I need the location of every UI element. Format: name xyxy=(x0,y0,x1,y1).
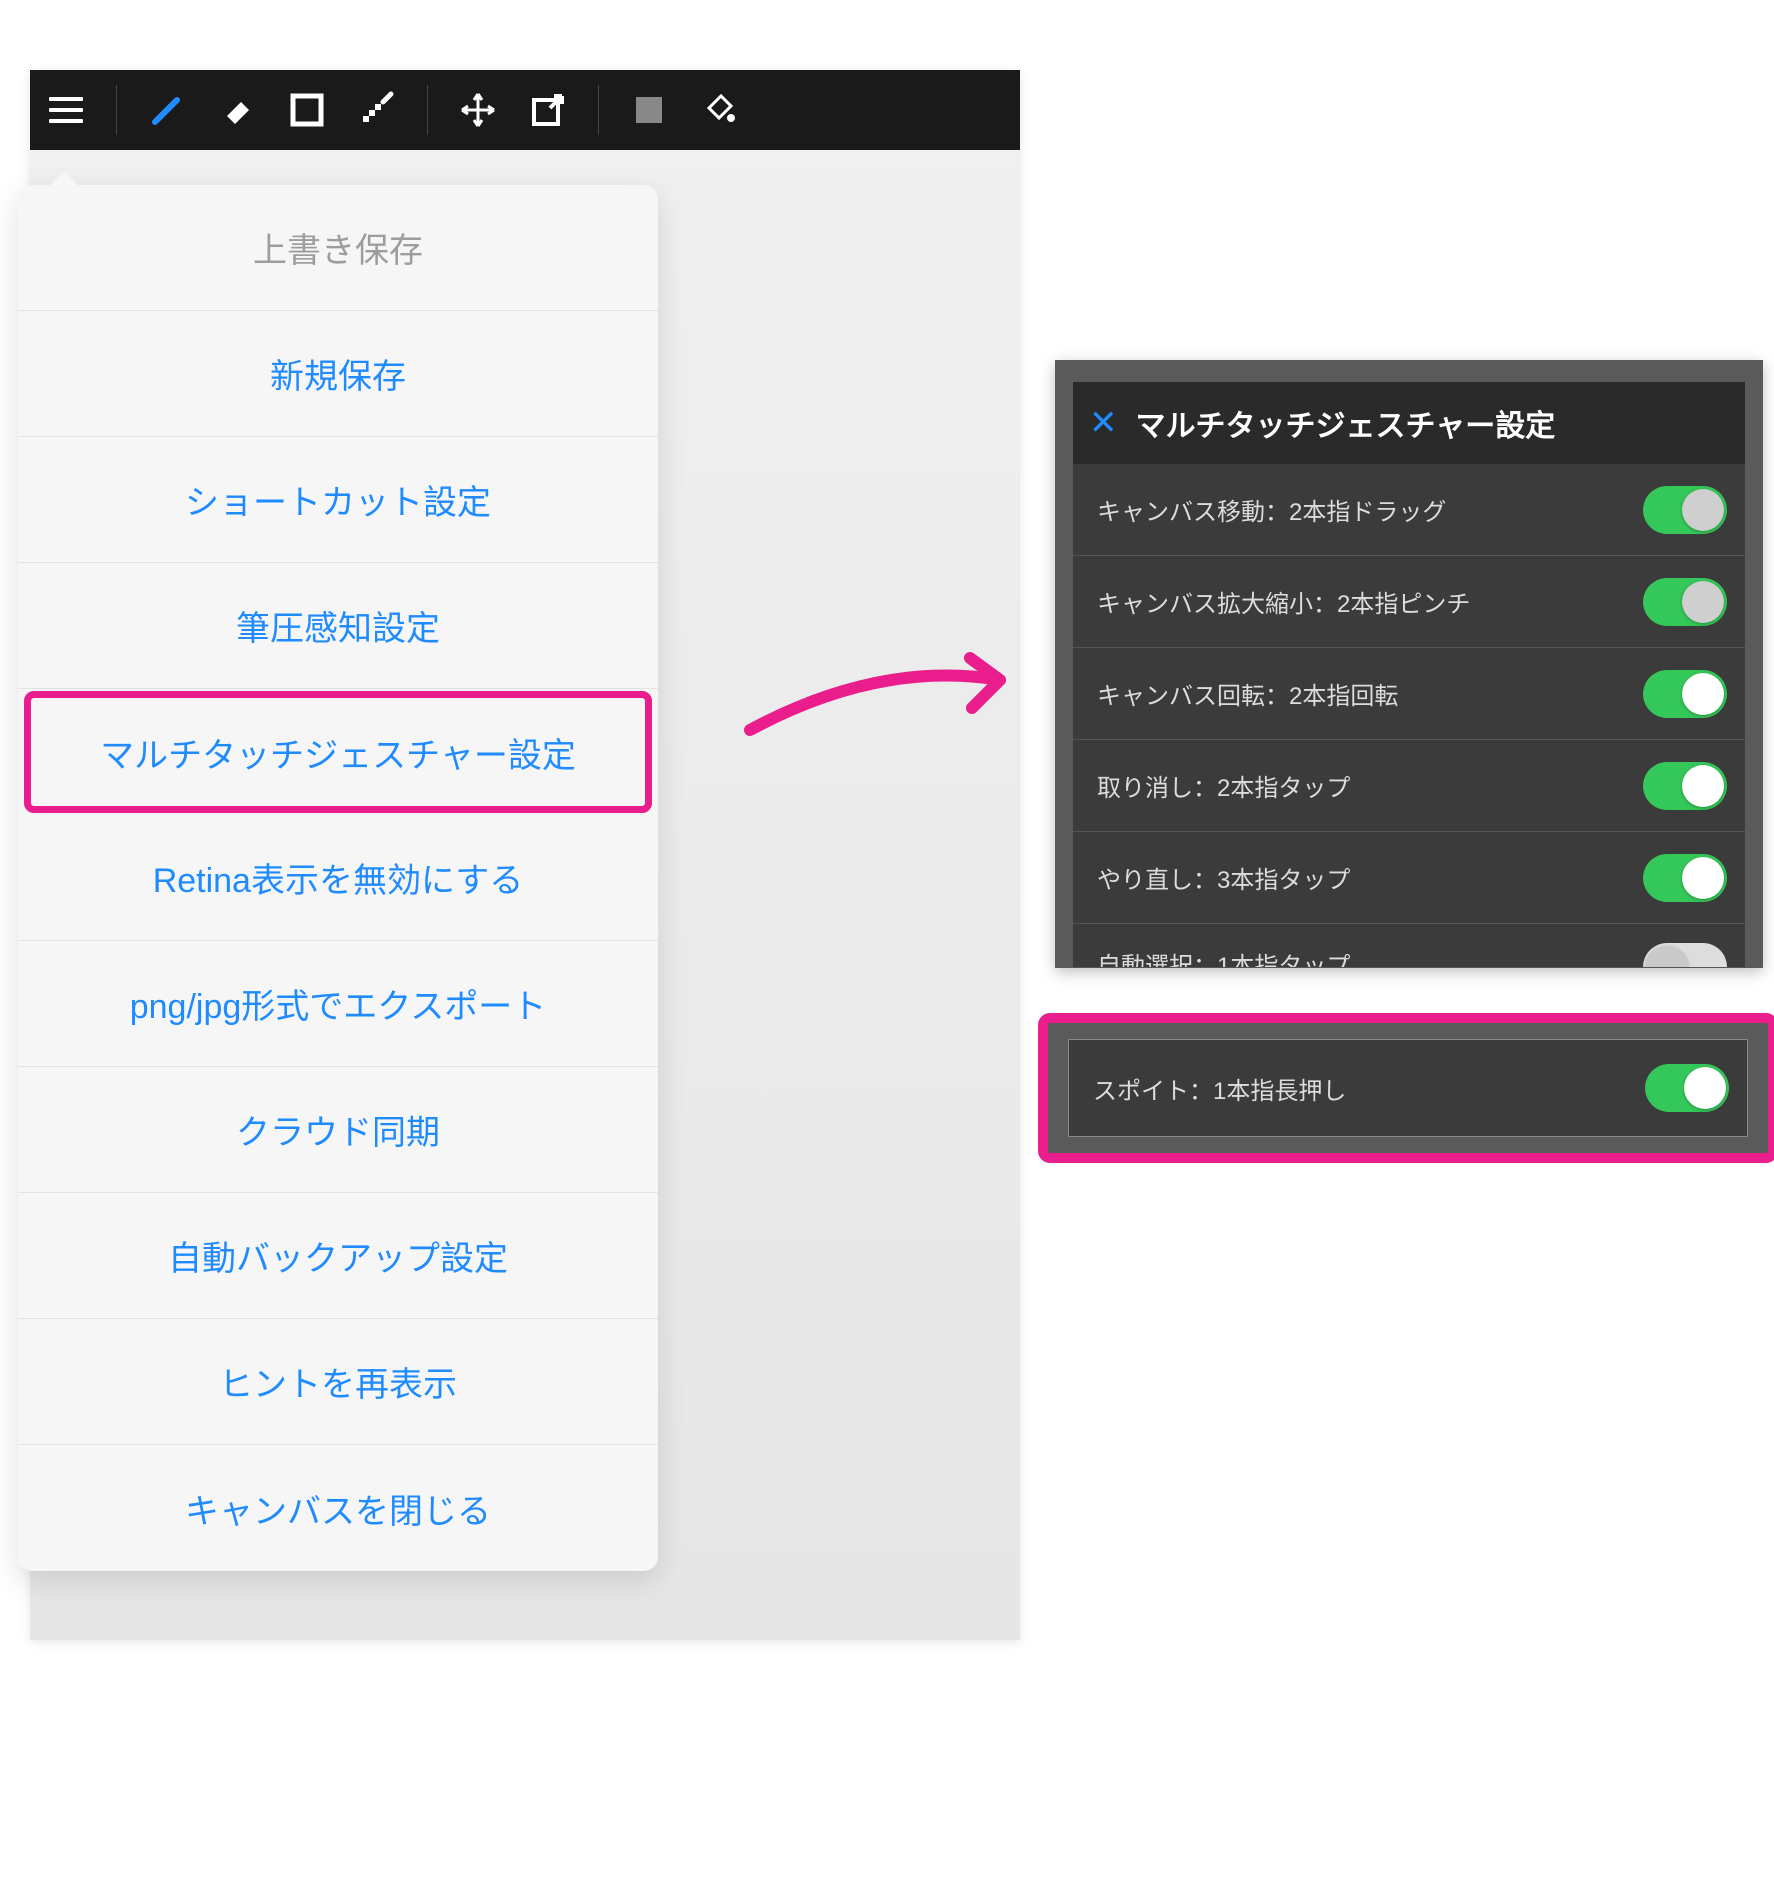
setting-label: キャンバス拡大縮小：2本指ピンチ xyxy=(1097,584,1470,619)
setting-label: キャンバス回転：2本指回転 xyxy=(1097,676,1398,711)
divider xyxy=(116,85,117,135)
menu-pointer-icon xyxy=(50,171,78,185)
divider xyxy=(427,85,428,135)
settings-header: ✕ マルチタッチジェスチャー設定 xyxy=(1073,382,1745,464)
menu-item-show-hints-again[interactable]: ヒントを再表示 xyxy=(18,1319,658,1445)
toolbar xyxy=(30,70,1020,150)
menu-item-export-png-jpg[interactable]: png/jpg形式でエクスポート xyxy=(18,941,658,1067)
settings-title: マルチタッチジェスチャー設定 xyxy=(1136,401,1556,445)
setting-label: キャンバス移動：2本指ドラッグ xyxy=(1097,492,1446,527)
pixel-brush-icon[interactable] xyxy=(357,90,397,130)
setting-auto-select: 自動選択：1本指タップ xyxy=(1073,924,1745,968)
setting-canvas-rotate: キャンバス回転：2本指回転 xyxy=(1073,648,1745,740)
menu-item-shortcut-settings[interactable]: ショートカット設定 xyxy=(18,437,658,563)
toggle-eyedropper[interactable] xyxy=(1645,1064,1729,1112)
setting-label: 自動選択：1本指タップ xyxy=(1097,946,1350,968)
toggle-canvas-zoom[interactable] xyxy=(1643,578,1727,626)
divider xyxy=(598,85,599,135)
setting-label: スポイト：1本指長押し xyxy=(1093,1071,1346,1106)
main-menu: 上書き保存 新規保存 ショートカット設定 筆圧感知設定 マルチタッチジェスチャー… xyxy=(18,185,658,1571)
toggle-undo[interactable] xyxy=(1643,762,1727,810)
setting-redo: やり直し：3本指タップ xyxy=(1073,832,1745,924)
setting-eyedropper: スポイト：1本指長押し xyxy=(1068,1039,1748,1137)
menu-item-multitouch-gesture-settings[interactable]: マルチタッチジェスチャー設定 xyxy=(24,691,652,813)
toggle-redo[interactable] xyxy=(1643,854,1727,902)
setting-label: やり直し：3本指タップ xyxy=(1097,860,1350,895)
bucket-icon[interactable] xyxy=(699,90,739,130)
setting-canvas-zoom: キャンバス拡大縮小：2本指ピンチ xyxy=(1073,556,1745,648)
toggle-auto-select[interactable] xyxy=(1643,943,1727,968)
menu-item-close-canvas[interactable]: キャンバスを閉じる xyxy=(18,1445,658,1571)
close-icon[interactable]: ✕ xyxy=(1089,403,1118,443)
menu-item-disable-retina[interactable]: Retina表示を無効にする xyxy=(18,815,658,941)
menu-item-auto-backup-settings[interactable]: 自動バックアップ設定 xyxy=(18,1193,658,1319)
setting-label: 取り消し：2本指タップ xyxy=(1097,768,1350,803)
menu-item-pressure-settings[interactable]: 筆圧感知設定 xyxy=(18,563,658,689)
menu-item-cloud-sync[interactable]: クラウド同期 xyxy=(18,1067,658,1193)
toggle-canvas-rotate[interactable] xyxy=(1643,670,1727,718)
arrow-icon xyxy=(740,630,1040,750)
menu-item-save-as[interactable]: 新規保存 xyxy=(18,311,658,437)
rectangle-icon[interactable] xyxy=(287,90,327,130)
eraser-icon[interactable] xyxy=(217,90,257,130)
hamburger-icon[interactable] xyxy=(46,90,86,130)
brush-icon[interactable] xyxy=(147,90,187,130)
toggle-canvas-move[interactable] xyxy=(1643,486,1727,534)
gesture-settings-dialog: ✕ マルチタッチジェスチャー設定 キャンバス移動：2本指ドラッグ キャンバス拡大… xyxy=(1055,360,1763,968)
highlighted-setting-eyedropper: スポイト：1本指長押し xyxy=(1038,1013,1774,1163)
move-icon[interactable] xyxy=(458,90,498,130)
fullscreen-icon[interactable] xyxy=(528,90,568,130)
setting-canvas-move: キャンバス移動：2本指ドラッグ xyxy=(1073,464,1745,556)
menu-item-overwrite-save: 上書き保存 xyxy=(18,185,658,311)
setting-undo: 取り消し：2本指タップ xyxy=(1073,740,1745,832)
square-fill-icon[interactable] xyxy=(629,90,669,130)
